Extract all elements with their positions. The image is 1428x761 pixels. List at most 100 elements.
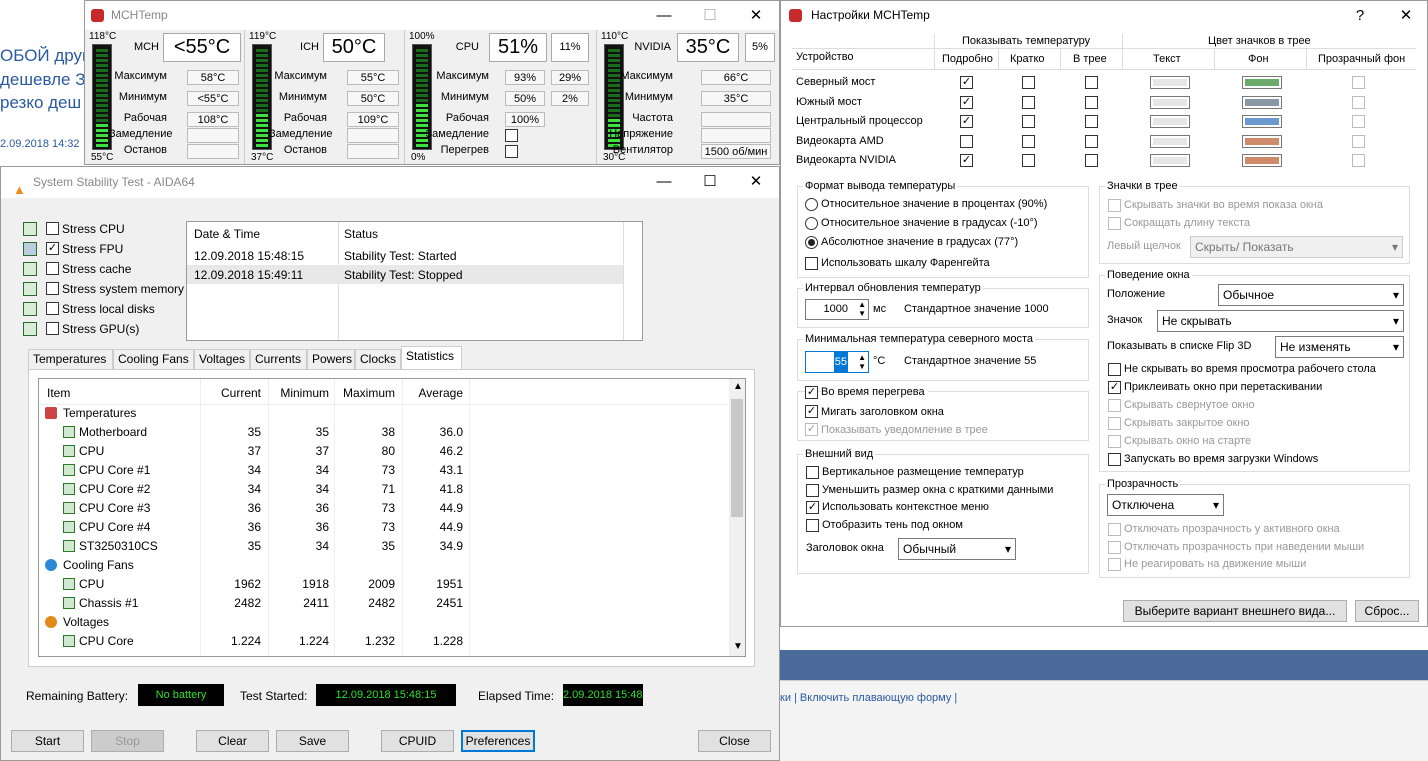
clear-button[interactable]: Clear: [196, 730, 269, 752]
throttle-indicator-checkbox[interactable]: [505, 129, 518, 142]
tray-hide-checkbox[interactable]: [1108, 199, 1121, 212]
tray-checkbox[interactable]: [1085, 134, 1098, 148]
text-color-swatch[interactable]: [1150, 115, 1190, 128]
look-option-checkbox[interactable]: ✓: [806, 501, 819, 514]
flip3d-select[interactable]: Не изменять: [1275, 336, 1404, 358]
brief-checkbox[interactable]: [1022, 115, 1035, 128]
stress-checkbox[interactable]: [46, 262, 59, 275]
tab-currents[interactable]: Currents: [250, 349, 307, 369]
behavior-option-checkbox[interactable]: [1108, 399, 1121, 412]
stats-row[interactable]: CPU Core 1.224 1.224 1.232 1.228: [39, 632, 469, 651]
scroll-up-icon[interactable]: ▲: [733, 381, 743, 392]
mchtemp-titlebar[interactable]: MCHTemp — ☐ ✕: [85, 1, 779, 30]
stats-row[interactable]: Chassis #1 2482 2411 2482 2451: [39, 594, 469, 613]
aida-titlebar[interactable]: ▲ System Stability Test - AIDA64 — ☐ ✕: [1, 167, 779, 198]
log-header-status[interactable]: Status: [344, 227, 378, 241]
bg-color-swatch[interactable]: [1242, 95, 1282, 109]
stress-checkbox[interactable]: ✓: [46, 242, 59, 255]
transparent-bg-checkbox[interactable]: [1352, 95, 1365, 109]
format-relative-radio[interactable]: [805, 217, 818, 230]
tray-checkbox[interactable]: [1085, 154, 1098, 167]
brief-checkbox[interactable]: [1022, 95, 1035, 109]
help-icon[interactable]: ?: [1337, 1, 1383, 30]
stress-checkbox[interactable]: [46, 282, 59, 295]
stats-header-average[interactable]: Average: [401, 386, 463, 400]
transparent-bg-checkbox[interactable]: [1352, 76, 1365, 89]
close-icon[interactable]: ✕: [733, 1, 779, 30]
stats-row[interactable]: CPU Core #4 36 36 73 44.9: [39, 518, 469, 537]
behavior-option-checkbox[interactable]: [1108, 435, 1121, 448]
close-icon[interactable]: ✕: [1383, 1, 1428, 30]
stress-checkbox[interactable]: [46, 302, 59, 315]
transparent-bg-checkbox[interactable]: [1352, 115, 1365, 128]
log-row[interactable]: 12.09.2018 15:48:15 Stability Test: Star…: [187, 246, 623, 265]
behavior-option-checkbox[interactable]: ✓: [1108, 381, 1121, 394]
start-button[interactable]: Start: [11, 730, 84, 752]
caption-select[interactable]: Обычный: [898, 538, 1016, 560]
brief-checkbox[interactable]: [1022, 76, 1035, 89]
tray-checkbox[interactable]: [1085, 95, 1098, 109]
tab-temperatures[interactable]: Temperatures: [28, 349, 113, 369]
close-icon[interactable]: ✕: [733, 167, 779, 196]
behavior-option-checkbox[interactable]: [1108, 363, 1121, 376]
tab-powers[interactable]: Powers: [307, 349, 355, 369]
overheat-indicator-checkbox[interactable]: [505, 145, 518, 158]
detailed-checkbox[interactable]: [960, 134, 973, 148]
icon-select[interactable]: Не скрывать: [1157, 310, 1404, 332]
transparent-bg-checkbox[interactable]: [1352, 154, 1365, 167]
theme-button[interactable]: Выберите вариант внешнего вида...: [1123, 600, 1347, 622]
tray-checkbox[interactable]: [1085, 115, 1098, 128]
maximize-icon[interactable]: ☐: [687, 167, 733, 196]
stats-header-minimum[interactable]: Minimum: [267, 386, 329, 400]
spin-icon[interactable]: ▲ ▼: [858, 300, 866, 318]
brief-checkbox[interactable]: [1022, 134, 1035, 148]
detailed-checkbox[interactable]: ✓: [960, 115, 973, 128]
tab-clocks[interactable]: Clocks: [355, 349, 401, 369]
tray-shorten-checkbox[interactable]: [1108, 217, 1121, 230]
transparency-option-checkbox[interactable]: [1108, 540, 1121, 554]
stats-table[interactable]: Item Current Minimum Maximum Average Tem…: [38, 378, 746, 657]
preferences-button[interactable]: Preferences: [461, 730, 535, 752]
look-option-checkbox[interactable]: [806, 466, 819, 479]
stats-row[interactable]: Motherboard 35 35 38 36.0: [39, 423, 469, 442]
minimize-icon[interactable]: —: [641, 1, 687, 30]
detailed-checkbox[interactable]: ✓: [960, 95, 973, 109]
vertical-scrollbar[interactable]: ▲ ▼: [729, 379, 745, 656]
look-option-checkbox[interactable]: [806, 483, 819, 497]
scroll-thumb[interactable]: [731, 399, 743, 517]
stats-row[interactable]: CPU 37 37 80 46.2: [39, 442, 469, 461]
stats-header-maximum[interactable]: Maximum: [333, 386, 395, 400]
detailed-checkbox[interactable]: ✓: [960, 76, 973, 89]
tab-cooling-fans[interactable]: Cooling Fans: [113, 349, 194, 369]
notify-checkbox[interactable]: ✓: [805, 423, 818, 436]
text-color-swatch[interactable]: [1150, 134, 1190, 148]
format-absolute-radio[interactable]: [805, 236, 818, 249]
stats-header-current[interactable]: Current: [199, 386, 261, 400]
stats-group-row[interactable]: Voltages: [39, 613, 469, 632]
text-color-swatch[interactable]: [1150, 95, 1190, 109]
transparency-option-checkbox[interactable]: [1108, 523, 1121, 536]
stats-row[interactable]: ST3250310CS 35 34 35 34.9: [39, 537, 469, 556]
transparent-bg-checkbox[interactable]: [1352, 134, 1365, 148]
log-row[interactable]: 12.09.2018 15:49:11 Stability Test: Stop…: [187, 265, 623, 284]
detailed-checkbox[interactable]: ✓: [960, 154, 973, 167]
maximize-icon[interactable]: ☐: [687, 1, 733, 30]
stop-button[interactable]: Stop: [91, 730, 164, 752]
tab-statistics[interactable]: Statistics: [401, 346, 462, 370]
cpuid-button[interactable]: CPUID: [381, 730, 454, 752]
fahrenheit-checkbox[interactable]: [805, 257, 818, 270]
position-select[interactable]: Обычное: [1218, 284, 1404, 306]
left-click-select[interactable]: Скрыть/ Показать: [1190, 236, 1403, 258]
save-button[interactable]: Save: [276, 730, 349, 752]
blink-checkbox[interactable]: ✓: [805, 405, 818, 418]
brief-checkbox[interactable]: [1022, 154, 1035, 167]
transparency-option-checkbox[interactable]: [1108, 558, 1121, 571]
scroll-down-icon[interactable]: ▼: [733, 641, 743, 652]
stress-checkbox[interactable]: [46, 322, 59, 335]
look-option-checkbox[interactable]: [806, 518, 819, 532]
close-button[interactable]: Close: [698, 730, 771, 752]
text-color-swatch[interactable]: [1150, 76, 1190, 89]
log-header-date[interactable]: Date & Time: [194, 227, 260, 241]
tab-voltages[interactable]: Voltages: [194, 349, 250, 369]
stats-group-row[interactable]: Temperatures: [39, 404, 469, 423]
